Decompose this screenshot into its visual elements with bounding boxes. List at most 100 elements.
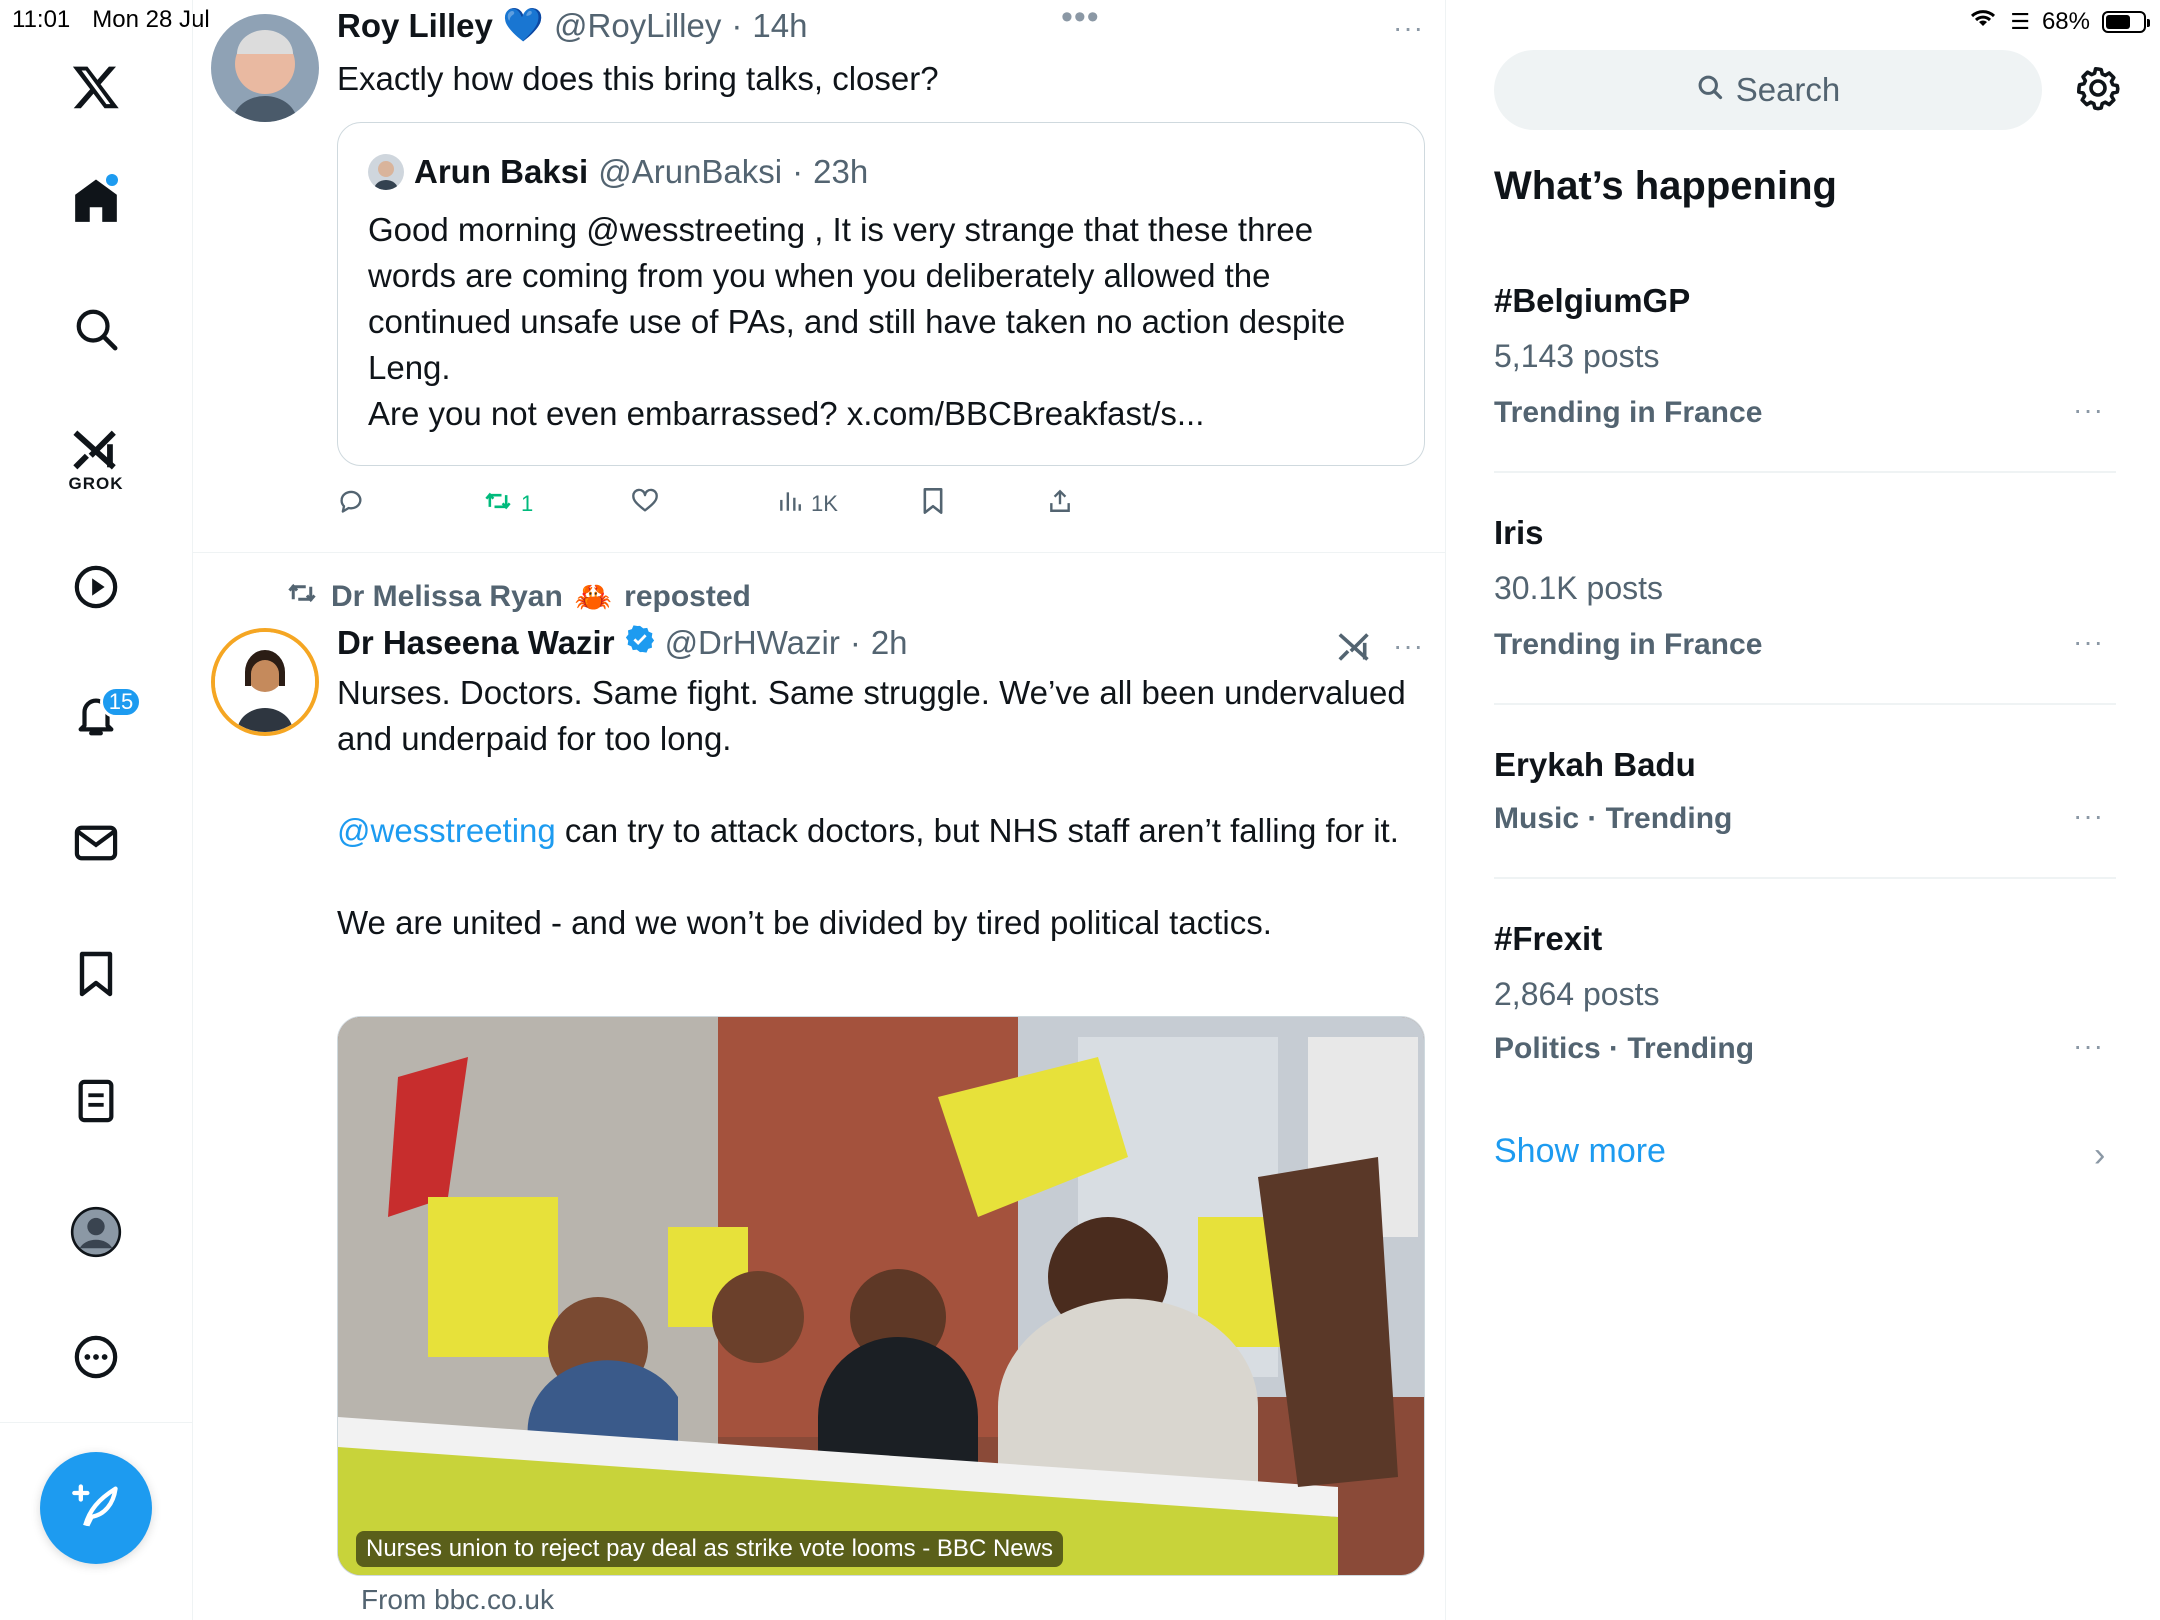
repost-count: 1	[521, 491, 534, 516]
quote-avatar	[368, 154, 404, 190]
reposted-label: reposted	[624, 580, 751, 613]
post-text-line-1: Nurses. Doctors. Same fight. Same strugg…	[337, 674, 1406, 757]
mention-link[interactable]: @wesstreeting	[337, 812, 556, 849]
post-text: Exactly how does this bring talks, close…	[337, 60, 939, 97]
post-more-button[interactable]: ···	[1393, 630, 1424, 662]
post-header: Roy Lilley 💙 @RoyLilley · 14h	[337, 6, 807, 45]
trend-count: 2,864 posts	[1494, 976, 1660, 1012]
mail-icon	[73, 822, 119, 864]
more-circle-icon	[73, 1334, 119, 1380]
verified-badge-icon	[625, 624, 655, 662]
avatar[interactable]	[211, 628, 319, 736]
nav-videos[interactable]	[73, 564, 119, 610]
trend-count: 30.1K posts	[1494, 570, 1663, 606]
nav-grok[interactable]: GROK	[69, 428, 124, 494]
trend-item[interactable]: Iris 30.1K posts Trending in France ···	[1494, 508, 2116, 668]
quote-time: 23h	[813, 153, 869, 190]
trend-item[interactable]: #Frexit 2,864 posts Politics · Trending …	[1494, 914, 2116, 1074]
post-actions: 1 1K	[337, 486, 1337, 522]
trend-context: Politics · Trending	[1494, 1032, 1755, 1065]
search-icon	[73, 306, 119, 352]
separator-dot: ·	[849, 624, 861, 661]
trend-name: #BelgiumGP	[1494, 282, 1691, 319]
like-button[interactable]	[631, 487, 667, 521]
avatar[interactable]	[211, 14, 319, 122]
compose-button[interactable]	[40, 1452, 152, 1564]
share-icon	[1047, 487, 1073, 521]
trend-divider	[1494, 471, 2116, 473]
views-button[interactable]: 1K	[777, 488, 838, 520]
author-name[interactable]: Roy Lilley	[337, 7, 493, 45]
repost-icon	[285, 578, 319, 616]
trend-context: Trending in France	[1494, 628, 1763, 661]
quote-author-handle: @ArunBaksi	[598, 153, 783, 190]
grok-label: GROK	[68, 474, 124, 493]
home-unread-dot	[106, 174, 118, 186]
trend-item[interactable]: #BelgiumGP 5,143 posts Trending in Franc…	[1494, 276, 2116, 436]
chevron-right-icon: ›	[2094, 1136, 2106, 1174]
post-text-line-2: @wesstreeting can try to attack doctors,…	[337, 812, 1399, 849]
post-header: Dr Haseena Wazir @DrHWazir · 2h	[337, 624, 908, 662]
trend-count: 5,143 posts	[1494, 338, 1660, 374]
search-input[interactable]: Search	[1494, 50, 2042, 130]
show-more-link[interactable]: Show more	[1494, 1132, 1666, 1171]
trend-divider	[1494, 877, 2116, 879]
trend-more-button[interactable]: ···	[2073, 394, 2104, 426]
trend-name: #Frexit	[1494, 920, 1603, 957]
trend-more-button[interactable]: ···	[2073, 626, 2104, 658]
quote-header: Arun Baksi @ArunBaksi · 23h	[368, 153, 868, 191]
crab-emoji: 🦀	[574, 580, 613, 614]
right-sidebar: Search What’s happening #BelgiumGP 5,143…	[1446, 0, 2160, 1620]
post-more-button[interactable]: ···	[1393, 12, 1424, 44]
separator-dot: ·	[731, 6, 743, 44]
grok-explain-icon[interactable]	[1337, 630, 1373, 669]
settings-button[interactable]	[2074, 64, 2122, 117]
bar-chart-icon	[777, 488, 803, 520]
left-navigation: GROK 15	[0, 0, 193, 1620]
share-button[interactable]	[1047, 487, 1073, 521]
bookmark-button[interactable]	[921, 487, 945, 521]
nav-more[interactable]	[73, 1334, 119, 1380]
bookmark-icon	[76, 950, 116, 998]
ipad-multitask-handle[interactable]: •••	[1061, 0, 1100, 37]
bookmark-icon	[921, 487, 945, 521]
heart-emoji: 💙	[502, 6, 544, 43]
notifications-badge: 15	[100, 686, 142, 718]
author-handle[interactable]: @RoyLilley	[554, 7, 721, 45]
repost-context[interactable]: Dr Melissa Ryan 🦀 reposted	[285, 578, 751, 616]
nav-explore[interactable]	[73, 306, 119, 352]
nav-bookmarks[interactable]	[76, 950, 116, 998]
trend-more-button[interactable]: ···	[2073, 800, 2104, 832]
gear-icon	[2074, 67, 2122, 116]
search-icon	[1696, 71, 1724, 109]
author-name[interactable]: Dr Haseena Wazir	[337, 624, 615, 662]
separator-dot: ·	[792, 153, 804, 190]
list-icon	[76, 1078, 116, 1124]
link-source[interactable]: From bbc.co.uk	[361, 1584, 554, 1616]
repost-icon	[483, 487, 513, 521]
trend-item[interactable]: Erykah Badu Music · Trending ···	[1494, 740, 2116, 850]
trend-name: Iris	[1494, 514, 1544, 551]
nav-profile[interactable]	[70, 1206, 122, 1258]
post-time[interactable]: 14h	[752, 7, 807, 45]
nav-lists[interactable]	[76, 1078, 116, 1124]
repost-button[interactable]: 1	[483, 487, 533, 521]
section-title: What’s happening	[1494, 164, 1837, 208]
author-handle[interactable]: @DrHWazir	[665, 624, 840, 662]
quote-text: Good morning @wesstreeting , It is very …	[368, 211, 1346, 432]
protest-photo	[338, 1017, 1424, 1575]
views-count: 1K	[811, 491, 838, 516]
quoted-post[interactable]: Arun Baksi @ArunBaksi · 23h Good morning…	[337, 122, 1425, 466]
trend-divider	[1494, 703, 2116, 705]
play-icon	[73, 564, 119, 610]
post-roy-lilley[interactable]: Roy Lilley 💙 @RoyLilley · 14h ••• ··· Ex…	[193, 0, 1445, 552]
post-time[interactable]: 2h	[871, 624, 908, 662]
nav-messages[interactable]	[73, 822, 119, 864]
trend-context: Trending in France	[1494, 396, 1763, 429]
trend-more-button[interactable]: ···	[2073, 1030, 2104, 1062]
reply-button[interactable]	[337, 487, 373, 521]
grok-icon	[71, 428, 121, 472]
link-card-image[interactable]: Nurses union to reject pay deal as strik…	[337, 1016, 1425, 1576]
person-icon	[70, 1206, 122, 1258]
x-logo-icon[interactable]	[70, 62, 122, 112]
